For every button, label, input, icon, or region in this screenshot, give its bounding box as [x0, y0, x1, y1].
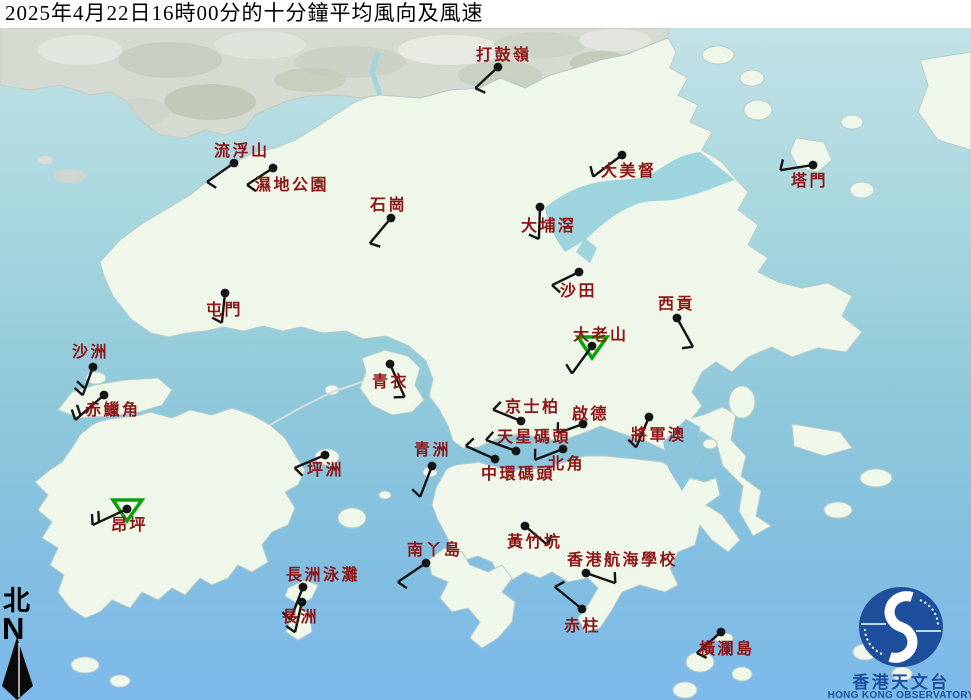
station-label: 流浮山 — [214, 141, 270, 160]
station-dot — [123, 505, 132, 514]
station-label: 橫瀾島 — [699, 639, 755, 658]
station-dot — [618, 151, 627, 160]
station-dot — [717, 628, 726, 637]
station-dot — [512, 447, 521, 456]
station-label: 大老山 — [573, 325, 629, 344]
station-label: 赤柱 — [564, 616, 601, 635]
title-bar: 2025年4月22日16時00分的十分鐘平均風向及風速 — [0, 0, 971, 28]
station-label: 沙洲 — [72, 343, 109, 361]
station-label: 香港航海學校 — [566, 550, 678, 569]
station-dot — [422, 559, 431, 568]
station-dot — [578, 605, 587, 614]
station-dot — [809, 161, 818, 170]
wind-barb-tick — [92, 514, 93, 525]
station-label: 長洲 — [282, 608, 319, 626]
station-dot — [386, 360, 395, 369]
station-label: 大埔滘 — [521, 216, 577, 235]
station-dot — [559, 445, 568, 454]
wind-map: 打鼓嶺流浮山濕地公園石崗 大美督塔門大埔滘沙田西貢大老山 屯門沙洲赤鱲角 青衣青洲坪洲… — [0, 0, 971, 700]
station-dot — [387, 214, 396, 223]
station-dot — [536, 203, 545, 212]
station-dot — [491, 455, 500, 464]
station-label: 西貢 — [658, 295, 695, 313]
wind-barb-tick — [615, 572, 616, 583]
station-label: 南丫島 — [407, 540, 463, 559]
station-label: 天星碼頭 — [497, 428, 571, 446]
station-dot — [221, 289, 230, 298]
station-label: 屯門 — [206, 300, 243, 319]
station-dot — [645, 413, 654, 422]
station-label: 青衣 — [372, 372, 409, 391]
station-label: 長洲泳灘 — [286, 565, 360, 584]
station-label: 啟德 — [572, 404, 609, 423]
station-label: 打鼓嶺 — [476, 45, 532, 64]
hko-logo-name-cn: 香港天文台 — [852, 672, 950, 692]
station-label: 塔門 — [791, 171, 828, 190]
station-dot — [673, 314, 682, 323]
station-dot — [428, 462, 437, 471]
station-dot — [321, 451, 330, 460]
station-label: 赤鱲角 — [85, 400, 141, 419]
compass-letter-n: N — [2, 611, 24, 646]
station-dot — [100, 391, 109, 400]
station-dot — [582, 569, 591, 578]
wind-barb-tick — [682, 347, 693, 348]
station-dot — [298, 598, 307, 607]
wind-barb-tick — [98, 511, 99, 522]
station-dot — [89, 363, 98, 372]
map-title: 2025年4月22日16時00分的十分鐘平均風向及風速 — [5, 1, 484, 25]
deep-bay-islet — [54, 169, 86, 183]
deep-bay-islet — [37, 156, 53, 164]
station-label: 黃竹坑 — [506, 532, 563, 551]
station-label: 京士柏 — [505, 397, 561, 416]
station-label: 石崗 — [369, 195, 407, 214]
station-dot — [521, 522, 530, 531]
station-label: 中環碼頭 — [481, 464, 555, 483]
station-label: 昂坪 — [111, 516, 148, 534]
station-label: 大美督 — [601, 161, 657, 180]
hko-logo-name-en: HONG KONG OBSERVATORY — [828, 690, 971, 700]
hko-regional-wind-page: 打鼓嶺流浮山濕地公園石崗 大美督塔門大埔滘沙田西貢大老山 屯門沙洲赤鱲角 青衣青洲坪洲… — [0, 0, 971, 700]
station-dot — [269, 164, 278, 173]
station-label: 北角 — [548, 454, 585, 473]
station-dot — [517, 417, 526, 426]
station-label: 濕地公園 — [255, 175, 329, 194]
station-label: 沙田 — [560, 282, 597, 300]
station-dot — [575, 268, 584, 277]
station-label: 將軍澳 — [631, 425, 687, 444]
station-label: 坪洲 — [307, 461, 344, 479]
station-label: 青洲 — [414, 440, 451, 459]
